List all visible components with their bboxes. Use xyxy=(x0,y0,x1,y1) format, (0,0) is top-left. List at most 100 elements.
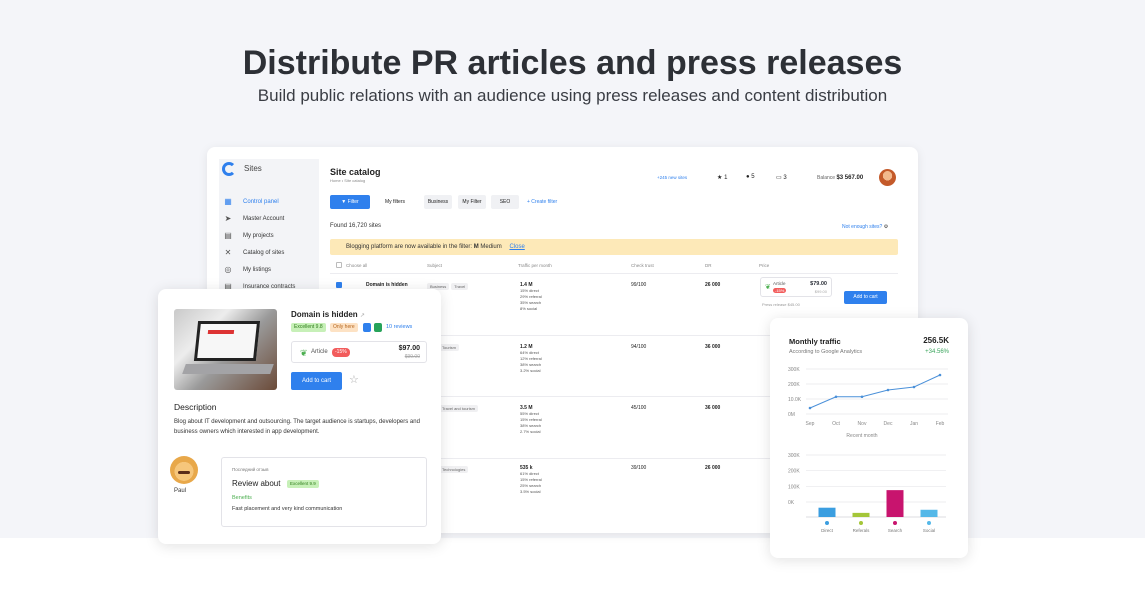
benefits-label: Benefits xyxy=(232,495,252,501)
banner-close-link[interactable]: Close xyxy=(509,244,524,250)
x-tick-label: Dec xyxy=(884,421,893,427)
leaf-icon: ❦ xyxy=(300,348,308,358)
balance[interactable]: Balance $3 567.00 xyxy=(817,175,863,181)
add-to-cart-button[interactable]: Add to cart xyxy=(844,291,887,304)
row-trust: 99/100 xyxy=(631,282,647,288)
laptop-base xyxy=(182,364,274,374)
send-icon: ➤ xyxy=(224,214,232,223)
messages-count: 5 xyxy=(751,174,755,180)
row-tags: Tourism xyxy=(439,344,461,351)
data-point xyxy=(938,373,942,377)
col-trust[interactable]: Check trust xyxy=(631,263,654,268)
review-title: Review about xyxy=(232,479,281,488)
review-text: Fast placement and very kind communicati… xyxy=(232,506,343,512)
balance-label: Balance xyxy=(817,175,836,181)
sidebar-item-my-projects[interactable]: My projects xyxy=(243,233,274,239)
bar-referals xyxy=(852,512,870,517)
business-filter-chip[interactable]: Business xyxy=(424,195,452,209)
site-domain-text: Domain is hidden xyxy=(291,310,358,319)
favorites-counter[interactable]: ★ 1 xyxy=(717,174,727,181)
only-here-badge: Only here xyxy=(330,323,358,332)
y-tick-label: 0K xyxy=(788,500,795,506)
row-tags: Technologies xyxy=(439,466,470,473)
messages-counter[interactable]: ● 5 xyxy=(746,174,755,180)
review-label: Последний отзыв xyxy=(232,467,269,472)
press-release-option[interactable]: Press release $45.00 xyxy=(762,302,800,307)
traffic-social: 3.5% social xyxy=(520,489,541,494)
offer-type: Article xyxy=(773,281,786,286)
sidebar-item-catalog[interactable]: Catalog of sites xyxy=(243,250,284,256)
row-checkbox[interactable] xyxy=(336,282,342,288)
external-link-icon: ↗ xyxy=(359,313,365,319)
seo-filter-chip[interactable]: SEO xyxy=(491,195,519,209)
chat-icon: ● xyxy=(746,174,750,180)
traffic-social: 2.7% social xyxy=(520,429,541,434)
row-dr: 36 000 xyxy=(705,344,721,350)
col-subject[interactable]: Subject xyxy=(427,263,442,268)
favorite-star-icon[interactable]: ☆ xyxy=(349,373,359,386)
headset-icon: ◎ xyxy=(224,265,232,274)
not-enough-sites-link[interactable]: Not enough sites? ⚙ xyxy=(842,224,888,230)
my-filters-button[interactable]: My filters xyxy=(375,195,415,209)
new-sites-link[interactable]: +245 new sites xyxy=(657,175,687,180)
filter-button[interactable]: ▼ Filter xyxy=(330,195,370,209)
col-traffic[interactable]: Traffic per month xyxy=(518,263,552,268)
x-tick-label: Jan xyxy=(910,421,918,427)
price: $97.00 xyxy=(398,345,420,352)
data-point xyxy=(808,406,812,410)
balance-value: $3 567.00 xyxy=(836,175,864,181)
page-subtitle: Build public relations with an audience … xyxy=(257,86,888,105)
cart-counter[interactable]: ▭ 3 xyxy=(776,174,787,181)
y-tick-label: 200K xyxy=(788,382,800,388)
data-point xyxy=(834,395,838,399)
y-tick-label: 300K xyxy=(788,367,800,373)
x-tick-label: Oct xyxy=(832,421,840,427)
offer-box[interactable]: ❦ Article -15% $97.00 $99.00 xyxy=(291,341,427,363)
verified-icon xyxy=(374,323,382,332)
row-trust: 45/100 xyxy=(631,405,647,411)
site-domain[interactable]: Domain is hidden ↗ xyxy=(291,310,365,319)
x-axis-label: Recent month xyxy=(846,433,877,439)
row-traffic: 1.4 M 15% direct 29% referral 35% search… xyxy=(520,282,542,312)
avatar[interactable] xyxy=(879,169,896,186)
my-filter-chip[interactable]: My Filter xyxy=(458,195,486,209)
bar-search xyxy=(886,490,904,517)
bar-direct xyxy=(818,507,836,517)
price-box[interactable]: ❦ Article -15% $79.00 $99.00 xyxy=(760,277,832,297)
col-dr[interactable]: DR xyxy=(705,263,712,268)
col-price[interactable]: Price xyxy=(759,263,769,268)
social-icon xyxy=(927,521,931,525)
discount-badge: -15% xyxy=(773,288,787,293)
row-domain[interactable]: Domain is hidden xyxy=(366,282,408,288)
not-enough-label: Not enough sites? xyxy=(842,224,883,230)
sidebar-item-master-account[interactable]: Master Account xyxy=(243,216,284,222)
cart-count: 3 xyxy=(783,175,787,181)
row-traffic: 1.2 M 64% direct 12% referral 38% search… xyxy=(520,344,542,374)
favorites-count: 1 xyxy=(724,175,728,181)
gear-icon: ⚙ xyxy=(883,224,889,230)
sidebar-item-my-listings[interactable]: My listings xyxy=(243,267,271,273)
offer-type: Article xyxy=(311,349,328,355)
review-badge: Excellent 9.9 xyxy=(287,480,319,488)
laptop-screen xyxy=(193,321,261,361)
y-tick-label: 10.0K xyxy=(788,397,802,403)
tools-icon: ✕ xyxy=(224,248,232,257)
add-to-cart-button[interactable]: Add to cart xyxy=(291,372,342,390)
col-choose-all[interactable]: Choose all xyxy=(346,263,367,268)
grid-icon: ▦ xyxy=(224,197,232,206)
reviews-link[interactable]: 10 reviews xyxy=(386,324,412,330)
cart-icon: ▭ xyxy=(776,175,782,181)
info-banner: Blogging platform are now available in t… xyxy=(330,239,898,255)
page-title: Distribute PR articles and press release… xyxy=(242,44,903,82)
row-dr: 26 000 xyxy=(705,465,721,471)
old-price: $99.00 xyxy=(404,354,420,360)
create-filter-link[interactable]: + Create filter xyxy=(527,199,557,205)
x-tick-label: Direct xyxy=(821,528,834,533)
choose-all-checkbox[interactable] xyxy=(336,262,342,268)
description-text: Blog about IT development and outsourcin… xyxy=(174,419,420,435)
banner-text: Blogging platform are now available in t… xyxy=(346,244,473,250)
row-dr: 26 000 xyxy=(705,282,721,288)
sidebar-item-control-panel[interactable]: Control panel xyxy=(243,199,279,205)
divider xyxy=(330,273,898,274)
traffic-card: Monthly traffic 256.5K According to Goog… xyxy=(770,318,968,558)
